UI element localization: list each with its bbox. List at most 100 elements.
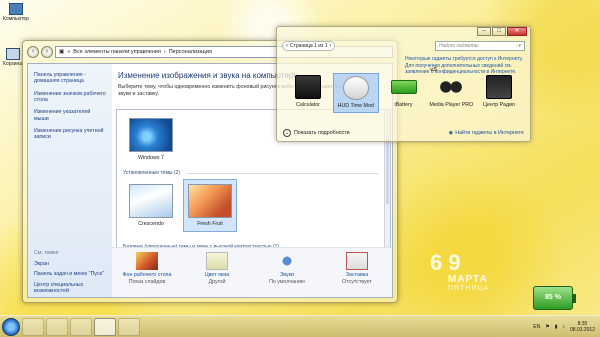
get-more-gadgets-link[interactable]: ◉ Найти гаджеты в Интернете bbox=[449, 130, 524, 136]
theme-label: Fresh Fruit bbox=[197, 221, 223, 227]
battery-percent: 85 % bbox=[545, 294, 561, 301]
clock-month: МАРТА bbox=[448, 274, 488, 285]
radio-icon bbox=[486, 75, 512, 99]
clock-digits: 6 9 bbox=[430, 250, 461, 275]
theme-fresh-fruit[interactable]: Fresh Fruit bbox=[183, 179, 237, 232]
taskbar-gadgets-button[interactable] bbox=[118, 317, 140, 336]
start-button[interactable] bbox=[2, 317, 20, 336]
sounds-item[interactable]: Звуки По умолчанию bbox=[254, 252, 320, 297]
gadget-toolbar: ‹ Страница 1 из 1 › Найти гаджеты ⌕▾ bbox=[282, 40, 525, 52]
gadget-label: iBattery bbox=[394, 102, 413, 108]
maximize-button[interactable]: □ bbox=[492, 27, 506, 36]
version-tag: v.5 bbox=[430, 67, 437, 73]
desktop-clock-gadget[interactable]: 6 9 МАРТА ПЯТНИЦА bbox=[430, 252, 510, 300]
sounds-value: По умолчанию bbox=[269, 279, 305, 285]
screensaver-item[interactable]: Заставка Отсутствует bbox=[324, 252, 390, 297]
breadcrumb-item[interactable]: Все элементы панели управления bbox=[73, 49, 161, 55]
calculator-icon bbox=[295, 75, 321, 99]
control-panel-icon: ▣ bbox=[59, 49, 65, 55]
headphones-icon bbox=[438, 75, 465, 99]
task-pane: Панель управления - домашняя страница Из… bbox=[28, 64, 112, 297]
window-color-link[interactable]: Цвет окна bbox=[184, 272, 250, 278]
taskbar-media-button[interactable] bbox=[70, 317, 92, 336]
chevron-down-icon: ⌄ bbox=[283, 129, 291, 137]
computer-icon bbox=[8, 3, 23, 15]
page-indicator: Страница 1 из 1 bbox=[290, 43, 328, 49]
show-details-label: Показать подробности bbox=[294, 130, 350, 136]
theme-thumbnail bbox=[129, 184, 173, 218]
minimize-button[interactable]: – bbox=[477, 27, 491, 36]
clock-weekday: ПЯТНИЦА bbox=[448, 285, 490, 292]
gadget-search-input[interactable]: Найти гаджеты ⌕▾ bbox=[435, 41, 525, 51]
ease-of-access-link[interactable]: Центр специальных возможностей bbox=[34, 282, 112, 295]
desktop-background-item[interactable]: Фон рабочего стола Показ слайдов bbox=[114, 252, 180, 297]
change-account-picture-link[interactable]: Изменение рисунка учетной записи bbox=[34, 128, 106, 141]
theme-label: Crescendo bbox=[138, 221, 164, 227]
next-page-icon[interactable]: › bbox=[329, 43, 331, 49]
desktop-icon-label: Компьютер bbox=[3, 16, 29, 22]
taskbar-start-menu-link[interactable]: Панель задач и меню "Пуск" bbox=[34, 271, 112, 277]
search-icon[interactable]: ⌕▾ bbox=[516, 43, 521, 49]
sounds-link[interactable]: Звуки bbox=[254, 272, 320, 278]
window-controls: – □ ✕ bbox=[477, 27, 527, 36]
gadget-ibattery[interactable]: iBattery bbox=[381, 73, 427, 113]
show-details-toggle[interactable]: ⌄ Показать подробности bbox=[283, 129, 350, 137]
gadget-hud-time-mod[interactable]: HUD Time Mod bbox=[332, 73, 379, 113]
control-panel-home-link[interactable]: Панель управления - домашняя страница bbox=[34, 72, 106, 85]
display-link[interactable]: Экран bbox=[34, 261, 112, 267]
see-also-label: См. также bbox=[34, 250, 59, 256]
taskbar-control-panel-button[interactable] bbox=[94, 317, 116, 336]
language-indicator[interactable]: EN bbox=[533, 324, 540, 330]
gadget-radio-center[interactable]: Центр Радио bbox=[476, 73, 522, 113]
gadget-label: Центр Радио bbox=[483, 102, 515, 108]
theme-windows7[interactable]: Windows 7 bbox=[129, 118, 173, 161]
gadget-list: Calculator HUD Time Mod iBattery v.5 Med… bbox=[285, 67, 522, 113]
gadget-label: Calculator bbox=[296, 102, 320, 108]
breadcrumb-item[interactable]: Персонализация bbox=[169, 49, 212, 55]
forward-button[interactable]: › bbox=[41, 46, 53, 58]
sounds-icon bbox=[276, 252, 298, 270]
back-button[interactable]: ‹ bbox=[27, 46, 39, 58]
theme-crescendo[interactable]: Crescendo bbox=[129, 184, 173, 227]
theme-thumbnail bbox=[129, 118, 173, 152]
desktop-icon-label: Корзина bbox=[3, 61, 23, 67]
window-color-value: Другой bbox=[208, 279, 226, 285]
taskbar-date: 08.03.2012 bbox=[569, 326, 595, 333]
gadget-media-player-pro[interactable]: v.5 Media Player PRO bbox=[428, 67, 474, 113]
taskbar-clock[interactable]: 8:35 08.03.2012 bbox=[570, 321, 595, 333]
previous-page-icon[interactable]: ‹ bbox=[286, 43, 288, 49]
gadget-gallery-window: – □ ✕ ‹ Страница 1 из 1 › Найти гаджеты … bbox=[276, 26, 531, 142]
change-desktop-icons-link[interactable]: Изменение значков рабочего стола bbox=[34, 91, 106, 104]
desktop-background-icon bbox=[136, 252, 158, 270]
search-placeholder: Найти гаджеты bbox=[439, 43, 479, 49]
personalization-bottom-row: Фон рабочего стола Показ слайдов Цвет ок… bbox=[112, 247, 392, 297]
get-more-gadgets-label: Найти гаджеты в Интернете bbox=[455, 130, 524, 136]
gadget-label: HUD Time Mod bbox=[337, 103, 374, 109]
theme-label: Windows 7 bbox=[138, 155, 164, 161]
network-icon[interactable]: ▮ bbox=[555, 324, 558, 330]
installed-themes-label: Установленные темы (2) bbox=[123, 170, 180, 176]
taskbar-ie-button[interactable] bbox=[22, 317, 44, 336]
battery-gadget[interactable]: 85 % bbox=[533, 286, 576, 310]
gadget-label: Media Player PRO bbox=[429, 102, 474, 108]
gadget-footer: ⌄ Показать подробности ◉ Найти гаджеты в… bbox=[283, 129, 524, 137]
volume-icon[interactable]: ♪ bbox=[562, 324, 565, 330]
desktop-icon-computer[interactable]: Компьютер bbox=[3, 3, 29, 22]
tray-flag-icon[interactable]: ⚑ bbox=[545, 324, 549, 330]
breadcrumb-separator-icon: » bbox=[67, 49, 71, 55]
desktop-background-link[interactable]: Фон рабочего стола bbox=[114, 272, 180, 278]
page-navigator: ‹ Страница 1 из 1 › bbox=[282, 41, 336, 51]
change-mouse-pointers-link[interactable]: Изменение указателей мыши bbox=[34, 109, 106, 122]
screensaver-value: Отсутствует bbox=[342, 279, 372, 285]
close-button[interactable]: ✕ bbox=[507, 27, 527, 36]
breadcrumb-separator-icon: › bbox=[163, 49, 166, 55]
screensaver-icon bbox=[346, 252, 368, 270]
desktop-icon-recycle-bin[interactable]: Корзина bbox=[3, 48, 22, 67]
scrollbar-thumb[interactable] bbox=[386, 134, 389, 204]
screensaver-link[interactable]: Заставка bbox=[324, 272, 390, 278]
recycle-bin-icon bbox=[5, 48, 20, 60]
taskbar-explorer-button[interactable] bbox=[46, 317, 68, 336]
gadget-calculator[interactable]: Calculator bbox=[285, 73, 331, 113]
window-color-item[interactable]: Цвет окна Другой bbox=[184, 252, 250, 297]
desktop-background-value: Показ слайдов bbox=[128, 279, 166, 285]
